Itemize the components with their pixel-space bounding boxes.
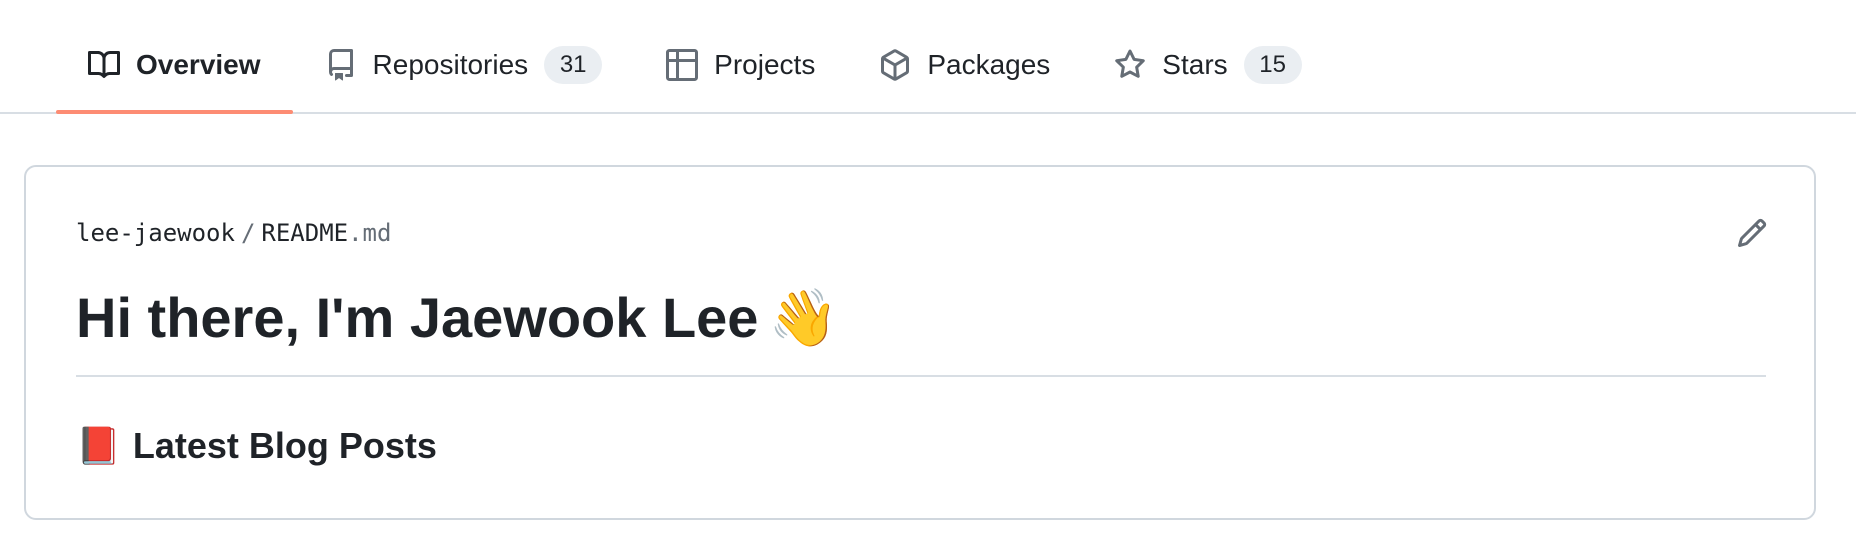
readme-card: lee-jaewook / README.md Hi there, I'm Jaew… — [24, 165, 1816, 520]
table-icon — [666, 49, 699, 81]
closed-book-emoji: 📕 — [76, 425, 121, 466]
readme-file-extension: .md — [348, 219, 392, 247]
package-icon — [879, 49, 911, 81]
readme-subheading: 📕 Latest Blog Posts — [76, 425, 437, 467]
tab-repositories[interactable]: Repositories 31 — [293, 30, 635, 100]
profile-tab-nav: Overview Repositories 31 Projects Packag… — [0, 0, 1856, 114]
edit-readme-button[interactable] — [1732, 215, 1772, 255]
tab-overview-label: Overview — [136, 49, 261, 80]
repositories-count-badge: 31 — [544, 46, 603, 84]
heading-divider — [76, 375, 1766, 377]
tab-stars[interactable]: Stars 15 — [1082, 30, 1333, 100]
tab-list: Overview Repositories 31 Projects Packag… — [56, 30, 1334, 114]
tab-repositories-label: Repositories — [372, 49, 529, 80]
stars-count-badge: 15 — [1243, 46, 1302, 84]
book-icon — [88, 49, 120, 81]
tab-projects-label: Projects — [714, 49, 816, 80]
repo-icon — [325, 49, 357, 81]
readme-heading: Hi there, I'm Jaewook Lee 👋 — [76, 285, 838, 351]
pencil-icon — [1736, 217, 1768, 254]
tab-packages[interactable]: Packages — [847, 30, 1082, 100]
tab-packages-label: Packages — [927, 49, 1051, 80]
tab-overview[interactable]: Overview — [56, 30, 293, 114]
tab-stars-label: Stars — [1162, 49, 1228, 80]
tab-projects[interactable]: Projects — [634, 30, 847, 100]
readme-owner-link[interactable]: lee-jaewook — [76, 219, 235, 247]
readme-subheading-text: Latest Blog Posts — [132, 425, 437, 466]
star-icon — [1114, 49, 1146, 81]
readme-filename: README — [261, 219, 349, 247]
path-separator: / — [240, 219, 256, 247]
waving-hand-emoji: 👋 — [768, 286, 839, 349]
readme-file-path: lee-jaewook / README.md — [76, 219, 391, 247]
readme-heading-text: Hi there, I'm Jaewook Lee — [76, 286, 759, 349]
